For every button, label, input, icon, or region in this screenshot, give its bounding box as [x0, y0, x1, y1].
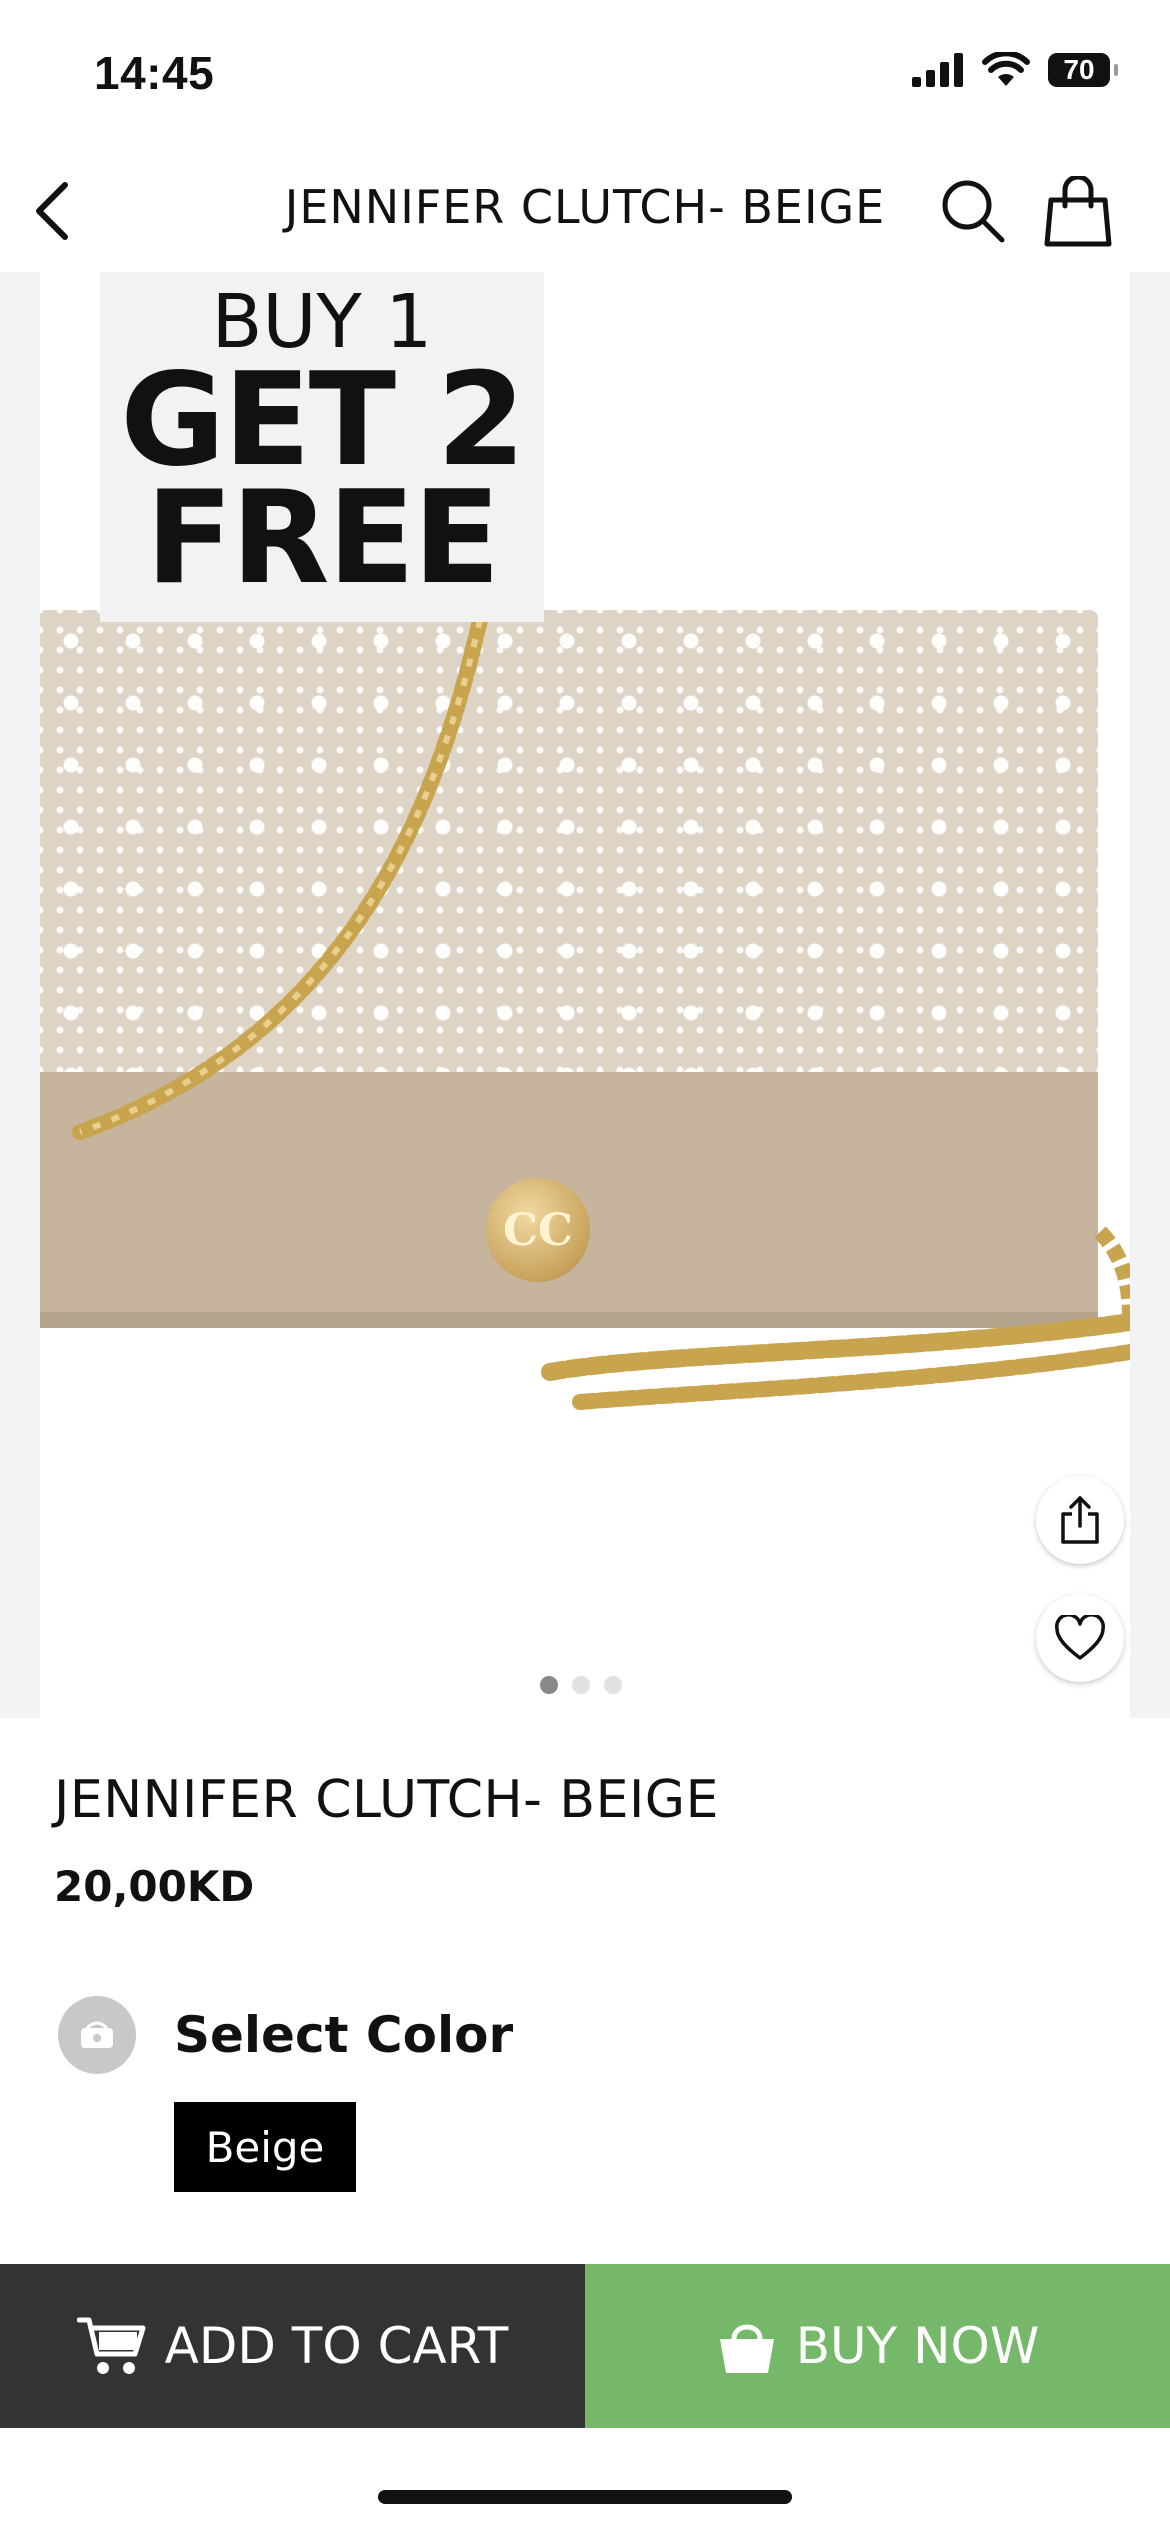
promo-line-2: GET 2: [120, 346, 525, 495]
search-icon: [942, 180, 1005, 243]
share-icon: [1061, 1496, 1099, 1544]
cart-button[interactable]: [1038, 172, 1118, 252]
battery-icon: 70: [1048, 53, 1118, 87]
promo-line-3: FREE: [145, 464, 501, 613]
product-image: CC BUY 1 GET 2 FREE: [40, 272, 1130, 1718]
product-price: 20,00KD: [54, 1862, 255, 1911]
add-to-cart-label: ADD TO CART: [164, 2317, 509, 2375]
promo-badge: BUY 1 GET 2 FREE: [100, 272, 544, 622]
color-option-beige[interactable]: Beige: [174, 2102, 356, 2192]
search-button[interactable]: [936, 174, 1010, 248]
cart-icon: [76, 2317, 146, 2374]
pagination-dot-1[interactable]: [540, 1676, 558, 1694]
add-to-cart-button[interactable]: ADD TO CART: [0, 2264, 585, 2428]
pagination-dot-2[interactable]: [572, 1676, 590, 1694]
buy-now-button[interactable]: BUY NOW: [585, 2264, 1170, 2428]
gallery-pagination: [540, 1676, 622, 1694]
heart-icon: [1054, 1615, 1106, 1660]
status-icons: 70: [912, 52, 1118, 88]
home-indicator: [378, 2490, 792, 2504]
wifi-icon: [982, 52, 1030, 86]
shopping-basket-icon: [719, 2324, 774, 2373]
select-color-label: Select Color: [174, 2006, 514, 2064]
color-swatch-icon: [81, 2021, 113, 2048]
battery-level: 70: [1063, 54, 1095, 85]
product-name: JENNIFER CLUTCH- BEIGE: [54, 1770, 719, 1830]
bottom-action-bar: ADD TO CART BUY NOW: [0, 2264, 1170, 2428]
product-image-gallery[interactable]: CC BUY 1 GET 2 FREE: [0, 272, 1170, 1718]
favorite-button[interactable]: [1036, 1594, 1124, 1682]
share-button[interactable]: [1036, 1476, 1124, 1564]
top-navigation-bar: JENNIFER CLUTCH- BEIGE: [0, 150, 1170, 270]
shopping-bag-icon: [1044, 176, 1112, 247]
pagination-dot-3[interactable]: [604, 1676, 622, 1694]
buy-now-label: BUY NOW: [795, 2317, 1040, 2375]
signal-icon: [912, 53, 963, 87]
status-time: 14:45: [94, 47, 215, 99]
color-option-icon: [58, 1996, 136, 2074]
